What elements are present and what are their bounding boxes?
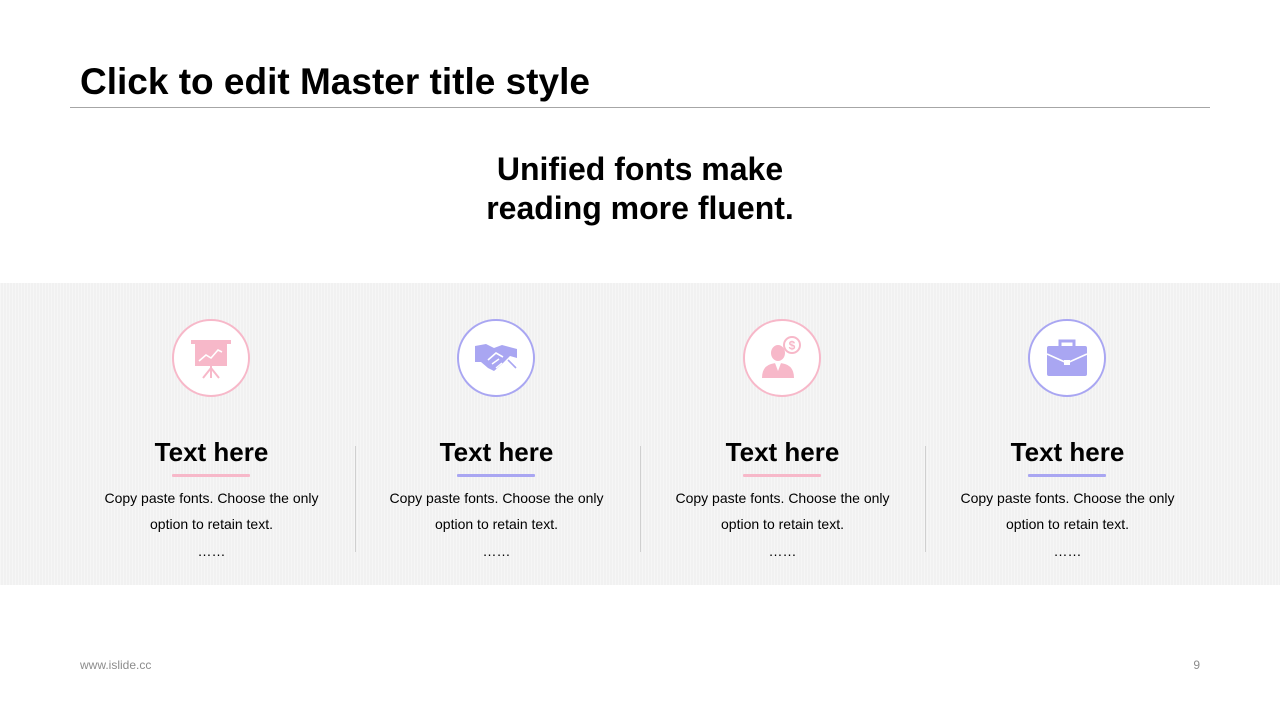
svg-text:$: $ — [789, 339, 796, 353]
subtitle-line-2: reading more fluent. — [486, 190, 794, 226]
handshake-icon — [457, 319, 535, 397]
card-body-text[interactable]: Copy paste fonts. Choose the only option… — [374, 485, 619, 537]
card-ellipsis: …… — [482, 543, 511, 559]
card-ellipsis: …… — [197, 543, 226, 559]
slide-title[interactable]: Click to edit Master title style — [80, 60, 590, 104]
card-underline — [743, 474, 821, 477]
card-body-text[interactable]: Copy paste fonts. Choose the only option… — [89, 485, 334, 537]
briefcase-icon — [1028, 319, 1106, 397]
card-heading[interactable]: Text here — [69, 436, 354, 468]
feature-card-4: Text here Copy paste fonts. Choose the o… — [925, 283, 1210, 585]
card-ellipsis: …… — [768, 543, 797, 559]
page-number: 9 — [1193, 658, 1200, 672]
card-underline — [1028, 474, 1106, 477]
card-ellipsis: …… — [1053, 543, 1082, 559]
card-heading[interactable]: Text here — [925, 436, 1210, 468]
subtitle-line-1: Unified fonts make — [496, 151, 784, 187]
title-divider — [70, 107, 1210, 108]
slide-subtitle[interactable]: Unified fonts make reading more fluent. — [340, 150, 940, 228]
card-body-text[interactable]: Copy paste fonts. Choose the only option… — [660, 485, 905, 537]
features-band: Text here Copy paste fonts. Choose the o… — [0, 283, 1280, 585]
person-money-icon: $ — [743, 319, 821, 397]
footer-url: www.islide.cc — [80, 658, 152, 672]
feature-card-1: Text here Copy paste fonts. Choose the o… — [69, 283, 354, 585]
card-heading[interactable]: Text here — [640, 436, 925, 468]
feature-card-3: $ Text here Copy paste fonts. Choose the… — [640, 283, 925, 585]
feature-card-2: Text here Copy paste fonts. Choose the o… — [354, 283, 639, 585]
card-underline — [457, 474, 535, 477]
card-body-text[interactable]: Copy paste fonts. Choose the only option… — [945, 485, 1190, 537]
card-underline — [172, 474, 250, 477]
card-heading[interactable]: Text here — [354, 436, 639, 468]
presentation-board-icon — [172, 319, 250, 397]
